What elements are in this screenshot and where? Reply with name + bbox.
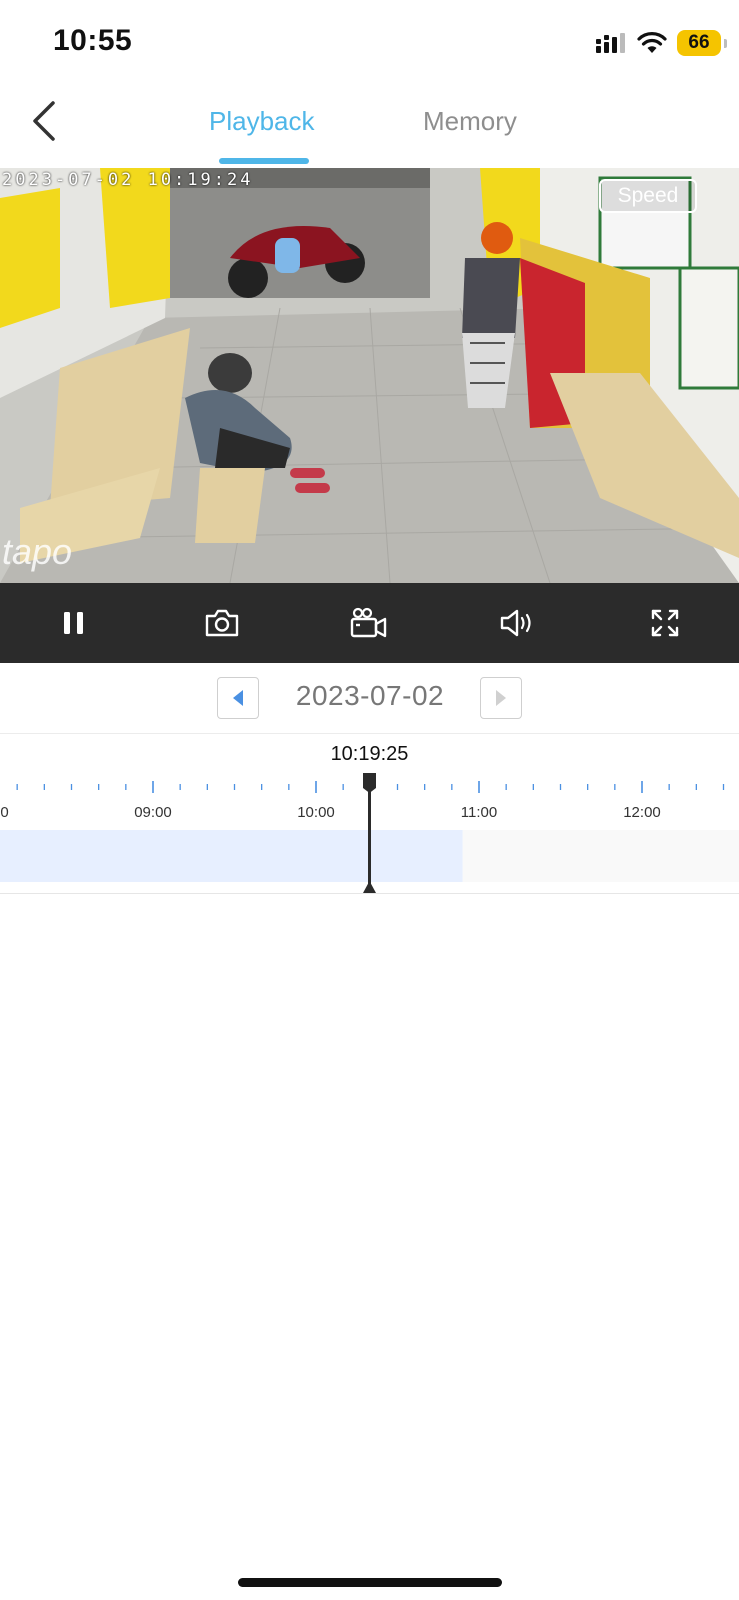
player-control-bar [0,583,739,663]
volume-icon [501,609,531,637]
video-player[interactable]: 2023-07-02 10:19:24 Speed tapo [0,168,739,583]
speed-button[interactable]: Speed [599,179,697,213]
triangle-right-icon [496,690,506,706]
tab-memory[interactable]: Memory [423,106,517,137]
status-time: 10:55 [53,24,133,57]
status-icons: 66 [595,28,727,58]
pause-button[interactable] [0,583,148,663]
timeline-hour-label: 10:00 [297,804,335,821]
header: Playback Memory [0,88,739,168]
battery-indicator: 66 [677,30,727,56]
playback-timeline[interactable]: 10:19:25 08:0009:0010:0011:0012:00 [0,733,739,894]
timeline-scale[interactable]: 08:00 09:00 10:00 11:00 12:00 [0,733,739,893]
record-icon [351,607,387,638]
snapshot-button[interactable] [148,583,296,663]
back-button[interactable] [22,96,66,146]
next-day-button[interactable] [480,677,522,719]
volume-button[interactable] [443,583,591,663]
home-indicator [238,1578,502,1587]
status-bar: 10:55 66 [0,0,739,88]
chevron-left-icon [33,101,55,141]
timeline-hour-label: 08:00 [0,804,9,821]
pause-icon [63,612,83,634]
timeline-hour-label: 12:00 [623,804,661,821]
recorded-segment [0,830,463,882]
video-timestamp: 2023-07-02 10:19:24 [2,170,254,190]
triangle-left-icon [233,690,243,706]
camera-feed-image [0,168,739,583]
fullscreen-button[interactable] [591,583,739,663]
fullscreen-icon [651,609,679,637]
current-date[interactable]: 2023-07-02 [280,680,460,712]
active-tab-indicator [219,158,309,164]
timeline-hour-label: 11:00 [461,804,497,821]
previous-day-button[interactable] [217,677,259,719]
date-navigator: 2023-07-02 [0,663,739,734]
timeline-hour-label: 09:00 [134,804,172,821]
unrecorded-segment [462,830,739,882]
video-watermark: tapo [2,531,73,572]
camera-icon [205,609,238,637]
wifi-icon [637,32,667,53]
cellular-signal-icon [596,33,625,53]
record-button[interactable] [296,583,444,663]
tab-playback[interactable]: Playback [209,106,315,137]
